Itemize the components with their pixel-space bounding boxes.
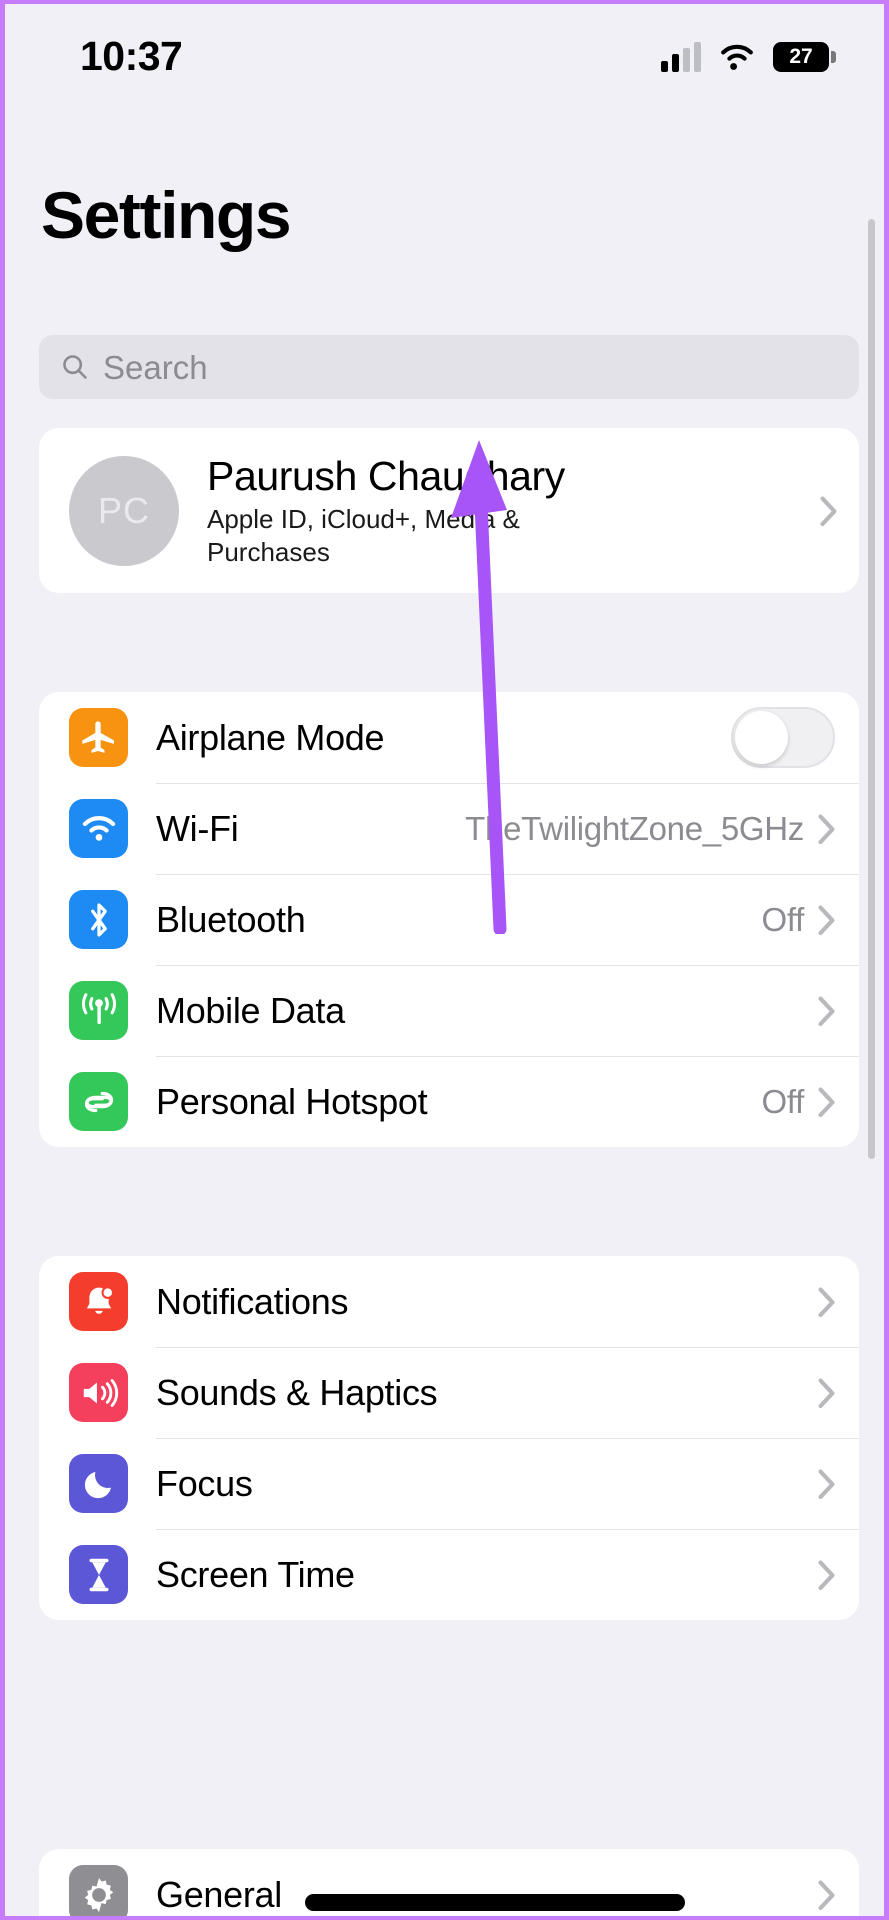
settings-row-label: Personal Hotspot — [156, 1080, 428, 1122]
settings-row-notifications[interactable]: Notifications — [39, 1256, 859, 1347]
status-bar: 10:37 27 — [5, 4, 884, 109]
settings-row-label: Wi-Fi — [156, 807, 239, 849]
hotspot-link-icon — [69, 1072, 128, 1131]
account-subtitle: Apple ID, iCloud+, Media & Purchases — [207, 503, 520, 567]
airplane-icon — [69, 708, 128, 767]
apple-id-text: Paurush Chaudhary Apple ID, iCloud+, Med… — [207, 453, 820, 569]
settings-row-label: Screen Time — [156, 1553, 355, 1595]
account-name: Paurush Chaudhary — [207, 452, 565, 499]
settings-row-airplane-mode[interactable]: Airplane Mode — [39, 692, 859, 783]
bluetooth-state-value: Off — [761, 900, 804, 938]
battery-percent-label: 27 — [789, 45, 813, 68]
chevron-right-icon — [818, 1560, 835, 1590]
settings-row-focus[interactable]: Focus — [39, 1438, 859, 1529]
chevron-right-icon — [818, 1378, 835, 1408]
settings-row-label: General — [156, 1873, 282, 1915]
chevron-right-icon — [818, 814, 835, 844]
settings-row-wifi[interactable]: Wi-Fi TheTwilightZone_5GHz — [39, 783, 859, 874]
chevron-right-icon — [818, 996, 835, 1026]
settings-group-alerts: Notifications Sounds & Haptics Focus Scr… — [39, 1256, 859, 1620]
settings-row-bluetooth[interactable]: Bluetooth Off — [39, 874, 859, 965]
avatar: PC — [69, 455, 179, 566]
scrollbar[interactable] — [868, 219, 875, 1159]
settings-row-label: Airplane Mode — [156, 716, 385, 758]
settings-row-mobile-data[interactable]: Mobile Data — [39, 965, 859, 1056]
gear-icon — [69, 1865, 128, 1916]
chevron-right-icon — [818, 1469, 835, 1499]
wifi-network-value: TheTwilightZone_5GHz — [465, 809, 804, 847]
wifi-icon — [721, 44, 753, 70]
moon-icon — [69, 1454, 128, 1513]
chevron-right-icon — [818, 905, 835, 935]
apple-id-row[interactable]: PC Paurush Chaudhary Apple ID, iCloud+, … — [39, 428, 859, 593]
search-placeholder: Search — [103, 348, 208, 386]
search-input[interactable]: Search — [39, 335, 859, 399]
search-icon — [63, 355, 87, 379]
chevron-right-icon — [818, 1087, 835, 1117]
settings-row-label: Bluetooth — [156, 898, 306, 940]
airplane-mode-toggle[interactable] — [731, 707, 835, 768]
settings-row-screen-time[interactable]: Screen Time — [39, 1529, 859, 1620]
antenna-icon — [69, 981, 128, 1040]
settings-row-label: Notifications — [156, 1280, 349, 1322]
status-indicators: 27 — [661, 41, 836, 72]
hourglass-icon — [69, 1545, 128, 1604]
settings-row-personal-hotspot[interactable]: Personal Hotspot Off — [39, 1056, 859, 1147]
settings-row-label: Focus — [156, 1462, 253, 1504]
bell-icon — [69, 1272, 128, 1331]
wifi-icon — [69, 799, 128, 858]
hotspot-state-value: Off — [761, 1082, 804, 1120]
chevron-right-icon — [820, 496, 837, 526]
settings-row-label: Sounds & Haptics — [156, 1371, 438, 1413]
speaker-icon — [69, 1363, 128, 1422]
cellular-bars-icon — [661, 41, 701, 72]
iphone-settings-screen: 10:37 27 Settings Search PC Paurush Chau… — [0, 0, 889, 1920]
settings-group-connectivity: Airplane Mode Wi-Fi TheTwilightZone_5GHz — [39, 692, 859, 1147]
chevron-right-icon — [818, 1287, 835, 1317]
bluetooth-icon — [69, 890, 128, 949]
battery-icon: 27 — [773, 41, 836, 72]
apple-id-card[interactable]: PC Paurush Chaudhary Apple ID, iCloud+, … — [39, 428, 859, 593]
settings-row-label: Mobile Data — [156, 989, 345, 1031]
chevron-right-icon — [818, 1880, 835, 1910]
status-time: 10:37 — [80, 33, 183, 79]
page-title: Settings — [41, 178, 292, 252]
home-indicator — [305, 1894, 685, 1911]
settings-row-sounds-haptics[interactable]: Sounds & Haptics — [39, 1347, 859, 1438]
